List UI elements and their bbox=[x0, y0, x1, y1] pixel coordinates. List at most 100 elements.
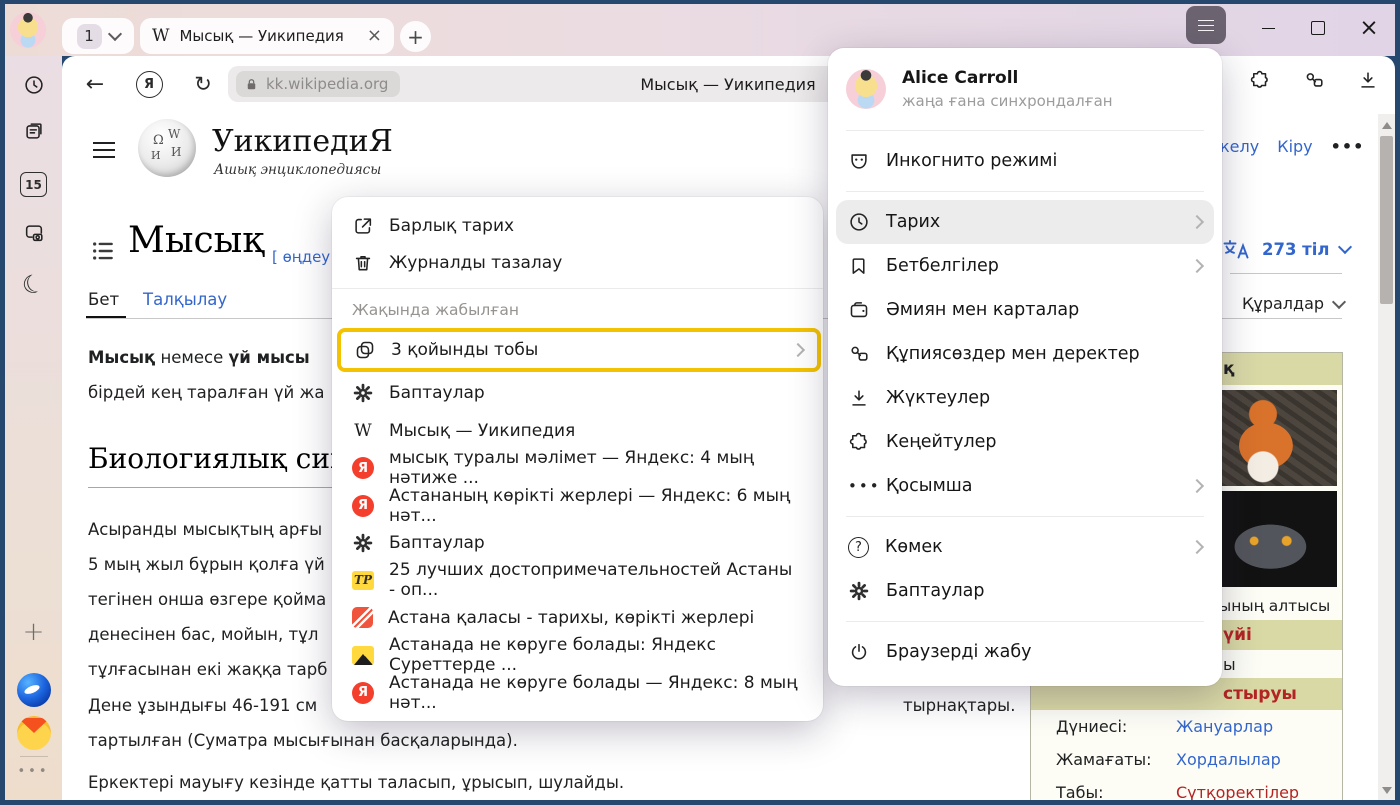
wiki-menu-button[interactable] bbox=[93, 142, 115, 163]
menu-item-closed-page[interactable]: Я мысық туралы мәлімет — Яндекс: 4 мың н… bbox=[332, 450, 823, 487]
menu-item-wallet[interactable]: Әмиян мен карталар bbox=[836, 288, 1214, 332]
language-selector[interactable]: 273 тіл bbox=[1222, 238, 1350, 260]
minimize-button[interactable] bbox=[1248, 4, 1288, 52]
menu-item-closed-page[interactable]: Я Астанада не көруге болады — Яндекс: 8 … bbox=[332, 674, 823, 711]
menu-item-label: Қосымша bbox=[886, 476, 1176, 496]
menu-item-settings[interactable]: Баптаулар bbox=[332, 524, 823, 561]
menu-item-help[interactable]: ? Көмек bbox=[836, 525, 1214, 569]
toolbar-right-icons bbox=[1249, 69, 1379, 91]
taxo-label: Жамағаты: bbox=[1056, 750, 1176, 769]
menu-divider bbox=[332, 288, 823, 289]
tab-close-icon[interactable]: × bbox=[367, 27, 382, 45]
url-text: kk.wikipedia.org bbox=[266, 75, 388, 93]
toc-icon[interactable] bbox=[90, 238, 116, 264]
menu-item-closed-page[interactable]: ТР 25 лучших достопримечательностей Аста… bbox=[332, 562, 823, 599]
gear-icon bbox=[352, 382, 374, 404]
page-scrollbar[interactable] bbox=[1378, 114, 1395, 800]
bold-term: үй мысы bbox=[229, 348, 310, 367]
menu-item-all-history[interactable]: Барлық тарих bbox=[332, 207, 823, 244]
extensions-icon[interactable] bbox=[1249, 69, 1271, 91]
bold-term: Мысық bbox=[88, 348, 155, 367]
site-identity-chip[interactable]: kk.wikipedia.org bbox=[236, 71, 400, 97]
infobox-section-fragment: стыруы bbox=[1223, 684, 1297, 704]
menu-item-history-highlighted[interactable]: Тарих bbox=[836, 200, 1214, 244]
taxo-value-link[interactable]: Жануарлар bbox=[1176, 717, 1273, 736]
scroll-down-arrow[interactable] bbox=[1382, 787, 1392, 794]
travel-site-icon bbox=[352, 607, 373, 628]
sidebar-divider bbox=[5, 756, 62, 757]
menu-item-settings[interactable]: Баптаулар bbox=[332, 375, 823, 412]
menu-item-extensions[interactable]: Кеңейтулер bbox=[836, 420, 1214, 464]
tools-label: Құралдар bbox=[1242, 294, 1324, 313]
tab-article[interactable]: Бет bbox=[88, 290, 119, 309]
chevron-down-icon bbox=[107, 27, 121, 41]
scroll-up-arrow[interactable] bbox=[1382, 122, 1392, 129]
menu-item-label: Журналды тазалау bbox=[389, 253, 562, 273]
plus-icon: + bbox=[23, 619, 45, 645]
wikipedia-logo[interactable]: Ω W И И bbox=[138, 119, 196, 177]
menu-item-label: Баптаулар bbox=[389, 533, 485, 553]
yandex-mail-button[interactable] bbox=[5, 716, 62, 750]
new-tab-button[interactable]: + bbox=[400, 21, 431, 52]
tab-talk[interactable]: Талқылау bbox=[143, 290, 227, 309]
taxo-row: Табы: Сүтқоректілер bbox=[1031, 776, 1342, 800]
close-window-button[interactable]: × bbox=[1349, 4, 1389, 52]
active-tab[interactable]: W Мысық — Уикипедия × bbox=[140, 18, 394, 54]
reload-icon: ↻ bbox=[194, 72, 212, 96]
clock-icon bbox=[848, 211, 870, 233]
menu-item-label: Көмек bbox=[885, 537, 1176, 557]
downloads-icon[interactable] bbox=[1357, 69, 1379, 91]
screenshot-sidebar-button[interactable] bbox=[5, 222, 62, 244]
menu-item-clear-journal[interactable]: Журналды тазалау bbox=[332, 244, 823, 281]
taxo-row: Дүниесі: Жануарлар bbox=[1031, 710, 1342, 743]
tab-group-chip[interactable]: 1 bbox=[62, 18, 134, 54]
chevron-right-icon bbox=[1190, 259, 1204, 273]
menu-item-tab-group-highlighted[interactable]: 3 қойынды тобы bbox=[337, 328, 821, 372]
back-button[interactable]: ← bbox=[80, 69, 110, 99]
browser-menu-button[interactable] bbox=[1186, 6, 1226, 44]
menu-item-close-browser[interactable]: Браузерді жабу bbox=[836, 630, 1214, 674]
paragraph-line: Асыранды мысықтың арғы bbox=[88, 512, 322, 547]
reload-button[interactable]: ↻ bbox=[188, 69, 218, 99]
menu-item-label: Мысық — Уикипедия bbox=[389, 421, 575, 441]
passwords-icon[interactable] bbox=[1303, 69, 1325, 91]
wiki-logo-title[interactable]: УикипедиЯ bbox=[212, 124, 393, 159]
menu-item-label: Жүктеулер bbox=[886, 388, 1202, 408]
menu-item-closed-page[interactable]: Астана қаласы - тарихы, көрікті жерлері bbox=[332, 599, 823, 636]
profile-avatar bbox=[846, 69, 886, 109]
profile-section[interactable]: Alice Carroll жаңа ғана синхрондалған bbox=[828, 60, 1222, 122]
menu-item-settings[interactable]: Баптаулар bbox=[836, 569, 1214, 613]
yandex-home-button[interactable]: Я bbox=[134, 69, 164, 99]
profile-avatar[interactable] bbox=[10, 12, 46, 48]
menu-item-more[interactable]: ••• Қосымша bbox=[836, 464, 1214, 508]
section-heading: Биологиялық сип bbox=[88, 442, 336, 488]
moon-icon: ☾ bbox=[19, 269, 48, 300]
history-sidebar-button[interactable] bbox=[5, 74, 62, 96]
dark-mode-sidebar-button[interactable]: ☾ bbox=[5, 272, 62, 297]
wiki-login-link[interactable]: Кіру bbox=[1277, 137, 1312, 156]
taxo-value-link[interactable]: Хордалылар bbox=[1176, 750, 1281, 769]
menu-item-passwords[interactable]: Құпиясөздер мен деректер bbox=[836, 332, 1214, 376]
tools-dropdown[interactable]: Құралдар bbox=[1242, 294, 1344, 313]
menu-item-bookmarks[interactable]: Бетбелгілер bbox=[836, 244, 1214, 288]
menu-item-closed-page[interactable]: W Мысық — Уикипедия bbox=[332, 412, 823, 449]
menu-item-closed-page[interactable]: Астанада не көруге болады: Яндекс Суретт… bbox=[332, 637, 823, 674]
tab-group-icon bbox=[354, 339, 376, 361]
scrollbar-thumb[interactable] bbox=[1380, 136, 1393, 304]
wiki-more-icon[interactable]: ••• bbox=[1331, 137, 1365, 156]
menu-item-closed-page[interactable]: Я Астананың көрікті жерлері — Яндекс: 6 … bbox=[332, 487, 823, 524]
help-icon: ? bbox=[848, 537, 869, 558]
calendar-sidebar-button[interactable]: 15 bbox=[5, 172, 62, 197]
maximize-button[interactable] bbox=[1298, 4, 1338, 52]
sidebar-more-button[interactable]: ••• bbox=[5, 764, 62, 779]
taxo-value-link[interactable]: Сүтқоректілер bbox=[1176, 783, 1299, 800]
paragraph-line: Дене ұзындығы 46-191 см bbox=[88, 688, 317, 723]
yandex-disk-button[interactable] bbox=[5, 673, 62, 707]
notes-sidebar-button[interactable] bbox=[5, 120, 62, 142]
menu-item-downloads[interactable]: Жүктеулер bbox=[836, 376, 1214, 420]
edit-link[interactable]: [ өңдеу bbox=[272, 248, 330, 266]
menu-item-incognito[interactable]: Инкогнито режимі bbox=[836, 139, 1214, 183]
key-icon bbox=[848, 343, 870, 365]
wiki-register-link[interactable]: келу bbox=[1220, 137, 1259, 156]
add-panel-button[interactable]: + bbox=[5, 619, 62, 645]
